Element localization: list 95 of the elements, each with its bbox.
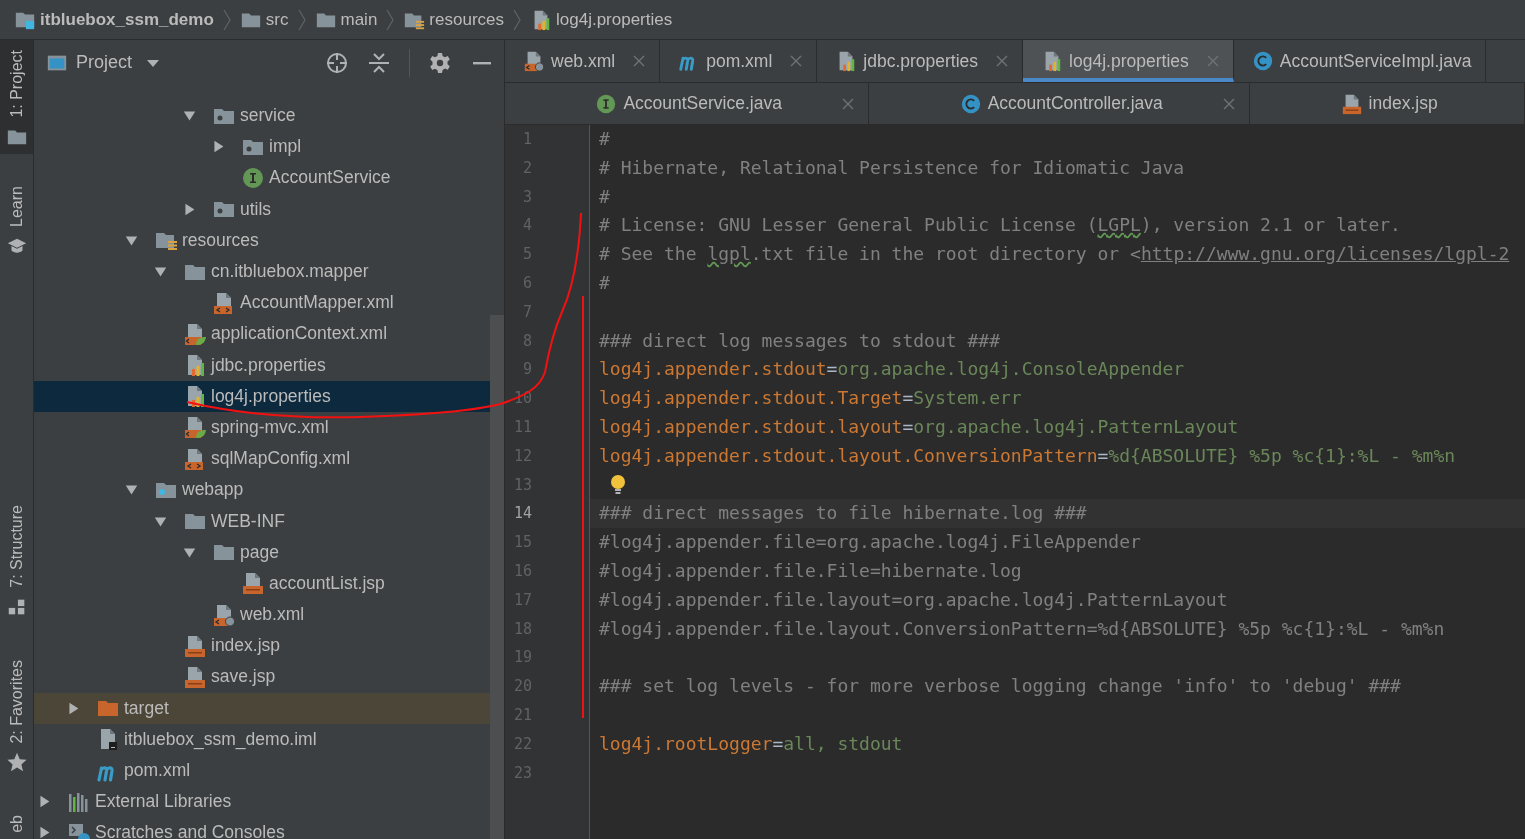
code-line: #: [598, 184, 611, 209]
tree-item[interactable]: impl: [34, 131, 490, 163]
expanded-arrow-icon[interactable]: [124, 233, 138, 247]
expanded-arrow-icon[interactable]: [153, 514, 167, 528]
tool-window-button[interactable]: Learn: [0, 175, 33, 263]
tree-item[interactable]: pom.xml: [34, 754, 490, 787]
code-line: # Hibernate, Relational Persistence for Idiomatic Java: [598, 155, 1186, 180]
tool-window-button[interactable]: eb: [0, 805, 33, 839]
tree-item[interactable]: page: [34, 536, 490, 568]
code-line: ### set log levels - for more verbose logging change 'info' to 'debug' ###: [598, 674, 1402, 699]
tree-item[interactable]: Scratches and Consoles: [34, 817, 490, 839]
code-line: log4j.appender.stdout.Target=System.err: [598, 386, 1023, 411]
interface-icon: [241, 165, 265, 190]
view-dropdown[interactable]: Project: [46, 51, 161, 74]
chevron-icon: [221, 7, 232, 32]
tree-item[interactable]: target: [34, 692, 490, 724]
expanded-arrow-icon[interactable]: [153, 265, 167, 279]
class-icon: [1251, 50, 1274, 72]
tree-item[interactable]: log4j.properties: [34, 380, 490, 412]
expanded-arrow-icon[interactable]: [182, 545, 196, 559]
tree-item[interactable]: resources: [34, 224, 490, 256]
caret-icon: [146, 57, 161, 68]
code-line: # See the lgpl.txt file in the root directory or <http://www.gnu.org/licenses/lgpl-2: [590, 240, 1525, 269]
breadcrumb-item[interactable]: src: [239, 8, 289, 31]
code-line: log4j.rootLogger=all, stdout: [598, 731, 904, 756]
tree-item[interactable]: WEB-INF: [34, 505, 490, 537]
jsp-file-icon: [1340, 92, 1363, 115]
tree-item[interactable]: jdbc.properties: [34, 349, 490, 381]
collapsed-arrow-icon[interactable]: [66, 701, 80, 715]
star-icon: [5, 751, 28, 774]
collapsed-arrow-icon[interactable]: [211, 140, 225, 154]
code-line: # License: GNU Lesser General Public License (LGPL), version 2.1 or later.: [598, 213, 1402, 238]
code-line: #log4j.appender.file.layout=org.apache.log4j.PatternLayout: [598, 587, 1229, 612]
settings-icon[interactable]: [428, 50, 452, 75]
tree-item[interactable]: utils: [34, 193, 490, 225]
tree-item[interactable]: AccountService: [34, 162, 490, 194]
tree-item[interactable]: spring-mvc.xml: [34, 411, 490, 444]
tool-window-button[interactable]: 1: Project: [0, 40, 33, 154]
link[interactable]: http://www.gnu.org/licenses/lgpl-2: [1140, 240, 1510, 269]
breadcrumb-item[interactable]: log4j.properties: [530, 8, 673, 31]
editor-tab[interactable]: web.xml: [505, 40, 661, 82]
breadcrumb-item[interactable]: main: [314, 8, 378, 31]
class-icon: [959, 92, 982, 115]
lightbulb-icon[interactable]: [610, 473, 626, 496]
expanded-arrow-icon[interactable]: [182, 109, 196, 123]
tree-item[interactable]: service: [34, 100, 490, 132]
tree-item[interactable]: save.jsp: [34, 661, 490, 693]
tree-item[interactable]: index.jsp: [34, 630, 490, 662]
tree-item[interactable]: web.xml: [34, 599, 490, 631]
collapsed-arrow-icon[interactable]: [182, 202, 196, 216]
line-number: 14: [512, 503, 533, 525]
scrollbar[interactable]: [490, 315, 504, 839]
editor-tab[interactable]: index.jsp: [1250, 83, 1525, 124]
interface-icon: [595, 92, 618, 115]
code-line: log4j.appender.stdout=org.apache.log4j.ConsoleAppender: [598, 357, 1186, 382]
editor-tab[interactable]: AccountServiceImpl.java: [1233, 40, 1487, 82]
tree-item[interactable]: applicationContext.xml: [34, 318, 490, 350]
crosshair-icon[interactable]: [325, 50, 349, 75]
code-line: ### direct log messages to stdout ###: [598, 328, 1001, 353]
code-line: #log4j.appender.file.layout.ConversionPattern=%d{ABSOLUTE} %5p %c{1}:%L - %m%n: [598, 616, 1446, 641]
jsp-file-icon: [241, 571, 265, 596]
tree-item[interactable]: accountList.jsp: [34, 567, 490, 599]
jsp-file-icon: [183, 633, 207, 658]
tree-item[interactable]: AccountMapper.xml: [34, 287, 490, 319]
editor-tab[interactable]: pom.xml: [660, 40, 818, 82]
collapsed-arrow-icon[interactable]: [37, 826, 51, 839]
tool-window-button[interactable]: 2: Favorites: [0, 649, 33, 780]
tree-item[interactable]: sqlMapConfig.xml: [34, 443, 490, 475]
breadcrumb-item[interactable]: resources: [403, 8, 504, 31]
code-line: #log4j.appender.file=org.apache.log4j.FileAppender: [598, 530, 1142, 555]
expanded-arrow-icon[interactable]: [124, 483, 138, 497]
tree-item[interactable]: External Libraries: [34, 786, 490, 818]
web-xml-file-icon: [212, 602, 236, 627]
collapse-all-icon[interactable]: [367, 50, 391, 75]
code-line: log4j.appender.stdout.layout.ConversionPattern=%d{ABSOLUTE} %5p %c{1}:%L - %m%n: [598, 443, 1457, 468]
code-line: log4j.appender.stdout.layout=org.apache.log4j.PatternLayout: [598, 414, 1240, 439]
collapsed-arrow-icon[interactable]: [37, 795, 51, 809]
jsp-file-icon: [183, 664, 207, 689]
chevron-icon: [512, 7, 522, 32]
code-line: #: [598, 271, 611, 295]
editor-tab[interactable]: AccountService.java: [505, 83, 870, 124]
editor-tab[interactable]: log4j.properties: [1023, 40, 1234, 82]
code-line: #: [598, 127, 611, 151]
spring-xml-file-icon: [183, 415, 207, 440]
code-line: #log4j.appender.file.File=hibernate.log: [598, 558, 1023, 583]
tree-item[interactable]: itbluebox_ssm_demo.iml: [34, 723, 490, 755]
web-xml-file-icon: [523, 50, 545, 72]
tool-window-button[interactable]: 7: Structure: [0, 494, 33, 624]
tree-item[interactable]: webapp: [34, 474, 490, 506]
chevron-icon: [296, 7, 307, 32]
chevron-icon: [385, 7, 396, 32]
spring-xml-file-icon: [183, 321, 207, 346]
tree-item[interactable]: cn.itbluebox.mapper: [34, 255, 490, 288]
breadcrumb-item[interactable]: itbluebox_ssm_demo: [14, 8, 214, 31]
editor-tab[interactable]: AccountController.java: [869, 83, 1251, 124]
